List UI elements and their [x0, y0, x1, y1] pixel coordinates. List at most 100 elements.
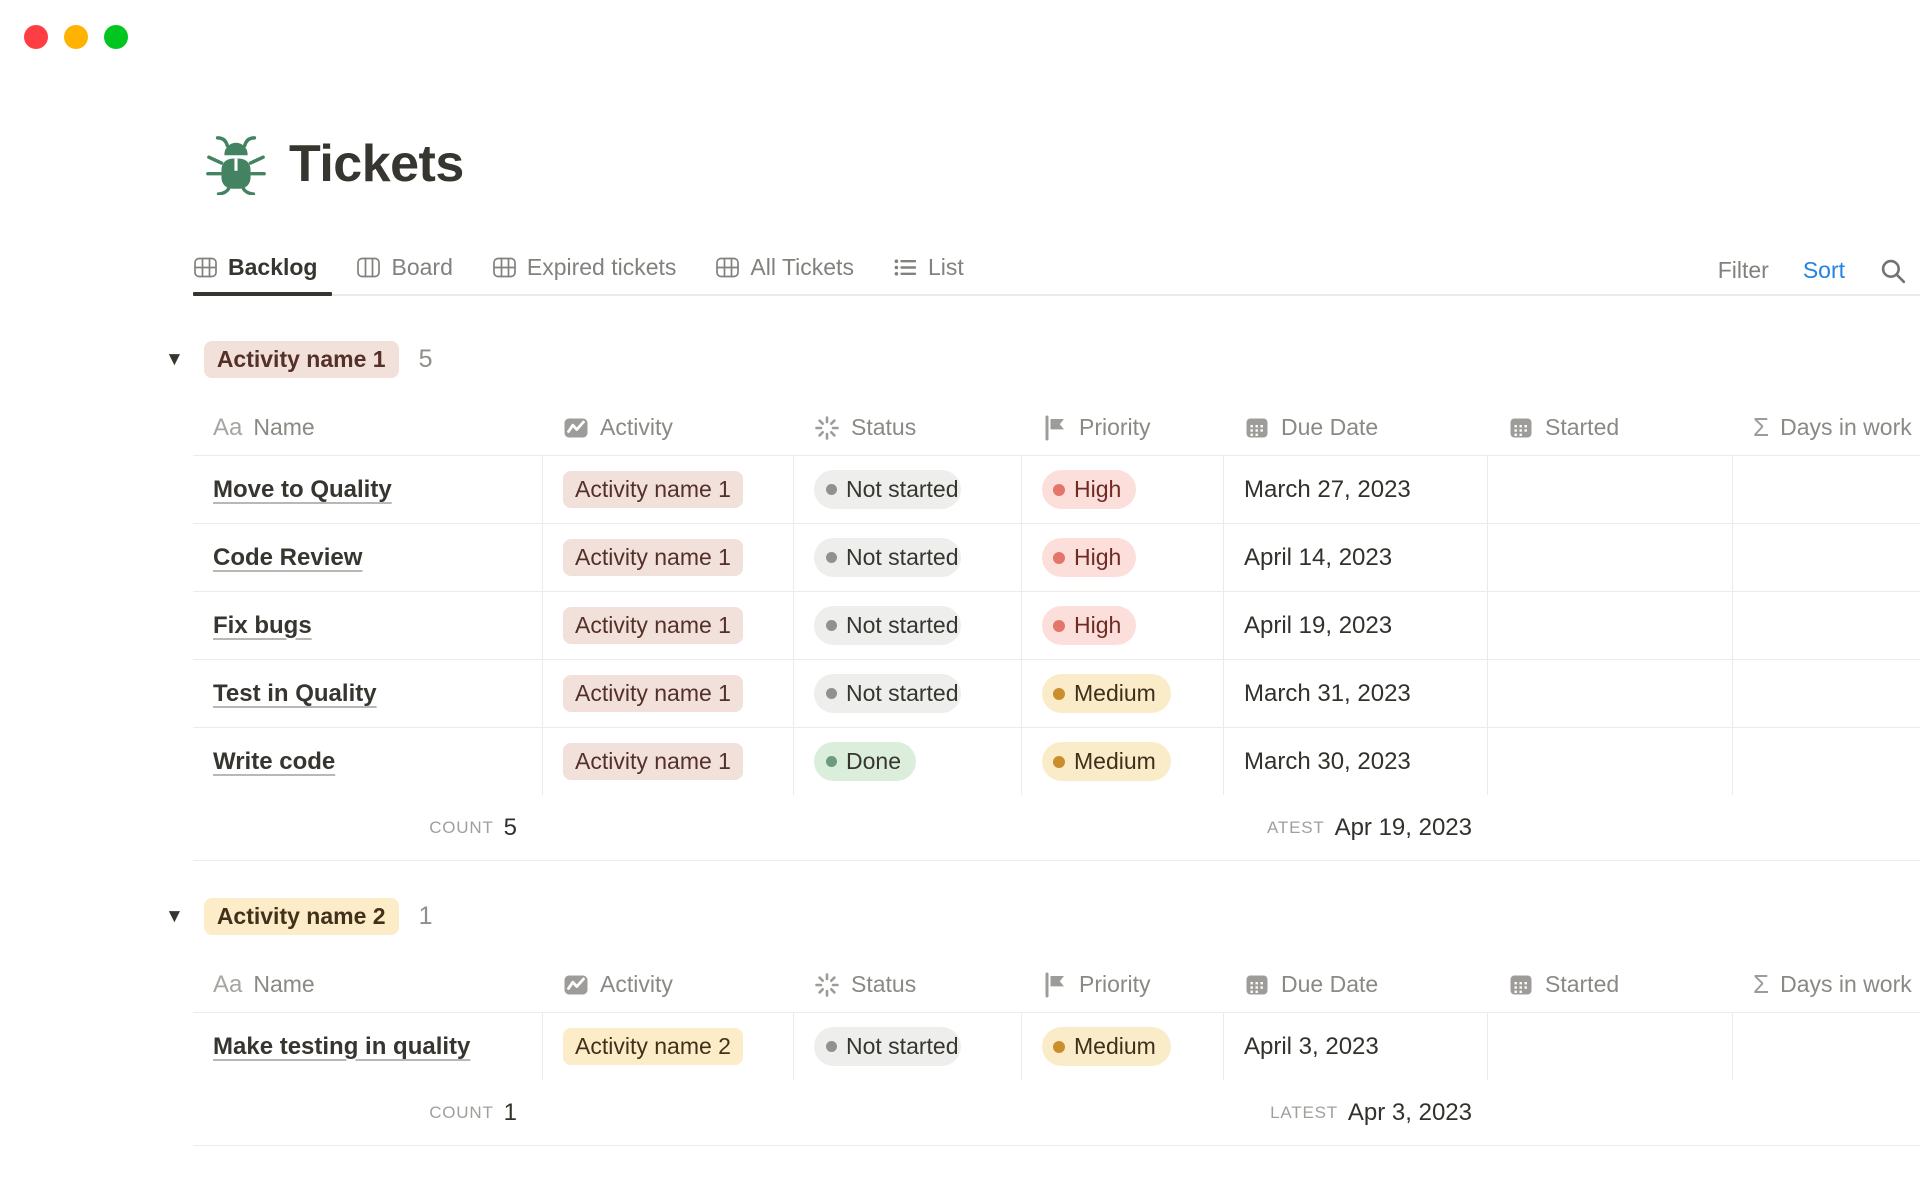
group-name-tag[interactable]: Activity name 2: [204, 898, 399, 935]
table-row[interactable]: Make testing in quality Activity name 2 …: [193, 1012, 1920, 1080]
status-cell[interactable]: Not started: [794, 1013, 1022, 1080]
tab-board[interactable]: Board: [356, 244, 467, 294]
count-aggregate[interactable]: COUNT 1: [193, 1080, 543, 1145]
column-header-activity[interactable]: Activity: [543, 957, 794, 1012]
due-date-cell[interactable]: April 14, 2023: [1224, 524, 1488, 591]
started-cell[interactable]: [1488, 524, 1733, 591]
status-cell[interactable]: Not started: [794, 660, 1022, 727]
table-row[interactable]: Fix bugs Activity name 1 Not started Hig…: [193, 591, 1920, 659]
started-cell[interactable]: [1488, 728, 1733, 795]
group-header: ▼ Activity name 1 5: [165, 340, 1920, 378]
due-date-cell[interactable]: March 27, 2023: [1224, 456, 1488, 523]
column-header-priority[interactable]: Priority: [1022, 400, 1224, 455]
days-in-work-cell[interactable]: [1733, 524, 1920, 591]
latest-aggregate[interactable]: ATEST Apr 19, 2023: [1224, 795, 1488, 860]
zoom-window-button[interactable]: [104, 25, 128, 49]
count-aggregate[interactable]: COUNT 5: [193, 795, 543, 860]
status-cell[interactable]: Done: [794, 728, 1022, 795]
days-in-work-cell[interactable]: [1733, 592, 1920, 659]
started-cell[interactable]: [1488, 456, 1733, 523]
priority-dot-icon: [1053, 620, 1065, 632]
column-header-due-date[interactable]: Due Date: [1224, 400, 1488, 455]
days-in-work-cell[interactable]: [1733, 660, 1920, 727]
page: Tickets Backlog Board Expired tickets Al…: [0, 0, 1920, 1146]
status-dot-icon: [826, 552, 837, 563]
due-date-cell[interactable]: April 19, 2023: [1224, 592, 1488, 659]
column-header-priority[interactable]: Priority: [1022, 957, 1224, 1012]
search-icon[interactable]: [1879, 257, 1906, 284]
status-cell[interactable]: Not started: [794, 592, 1022, 659]
priority-pill: High: [1042, 470, 1136, 509]
table-row[interactable]: Test in Quality Activity name 1 Not star…: [193, 659, 1920, 727]
due-date-cell[interactable]: March 30, 2023: [1224, 728, 1488, 795]
started-cell[interactable]: [1488, 1013, 1733, 1080]
priority-dot-icon: [1053, 1041, 1065, 1053]
table-header-row: Aa Name Activity Status Priority D: [193, 957, 1920, 1012]
days-in-work-cell[interactable]: [1733, 728, 1920, 795]
activity-cell[interactable]: Activity name 1: [543, 524, 794, 591]
column-header-due-date[interactable]: Due Date: [1224, 957, 1488, 1012]
started-cell[interactable]: [1488, 660, 1733, 727]
collapse-toggle-icon[interactable]: ▼: [165, 350, 184, 369]
column-header-days-in-work[interactable]: Σ Days in work: [1733, 957, 1920, 1012]
bug-icon[interactable]: [205, 133, 267, 195]
days-in-work-cell[interactable]: [1733, 456, 1920, 523]
collapse-toggle-icon[interactable]: ▼: [165, 907, 184, 926]
sort-button[interactable]: Sort: [1803, 257, 1845, 284]
activity-tag: Activity name 1: [563, 471, 743, 508]
group-name-tag[interactable]: Activity name 1: [204, 341, 399, 378]
tab-all-tickets[interactable]: All Tickets: [715, 244, 869, 294]
status-cell[interactable]: Not started: [794, 524, 1022, 591]
table-icon: [193, 255, 218, 280]
tab-expired-tickets[interactable]: Expired tickets: [492, 244, 692, 294]
ticket-name-cell[interactable]: Fix bugs: [193, 592, 543, 659]
column-header-status[interactable]: Status: [794, 400, 1022, 455]
priority-cell[interactable]: High: [1022, 592, 1224, 659]
filter-button[interactable]: Filter: [1718, 257, 1769, 284]
ticket-name-cell[interactable]: Move to Quality: [193, 456, 543, 523]
column-header-name[interactable]: Aa Name: [193, 957, 543, 1012]
column-header-status[interactable]: Status: [794, 957, 1022, 1012]
spinner-icon: [814, 415, 840, 441]
table-row[interactable]: Move to Quality Activity name 1 Not star…: [193, 455, 1920, 523]
close-window-button[interactable]: [24, 25, 48, 49]
priority-cell[interactable]: Medium: [1022, 728, 1224, 795]
priority-cell[interactable]: Medium: [1022, 1013, 1224, 1080]
column-header-days-in-work[interactable]: Σ Days in work: [1733, 400, 1920, 455]
latest-aggregate[interactable]: LATEST Apr 3, 2023: [1224, 1080, 1488, 1145]
activity-cell[interactable]: Activity name 2: [543, 1013, 794, 1080]
ticket-name-cell[interactable]: Test in Quality: [193, 660, 543, 727]
priority-cell[interactable]: Medium: [1022, 660, 1224, 727]
activity-cell[interactable]: Activity name 1: [543, 592, 794, 659]
ticket-name-cell[interactable]: Make testing in quality: [193, 1013, 543, 1080]
column-header-started[interactable]: Started: [1488, 957, 1733, 1012]
tab-label: Backlog: [228, 254, 317, 281]
due-date-cell[interactable]: April 3, 2023: [1224, 1013, 1488, 1080]
status-cell[interactable]: Not started: [794, 456, 1022, 523]
tab-list[interactable]: List: [893, 244, 979, 294]
column-header-name[interactable]: Aa Name: [193, 400, 543, 455]
page-title[interactable]: Tickets: [289, 134, 464, 194]
priority-cell[interactable]: High: [1022, 524, 1224, 591]
table-row[interactable]: Write code Activity name 1 Done Medium M…: [193, 727, 1920, 795]
priority-cell[interactable]: High: [1022, 456, 1224, 523]
ticket-name-cell[interactable]: Write code: [193, 728, 543, 795]
activity-cell[interactable]: Activity name 1: [543, 660, 794, 727]
table-footer-row: COUNT 1 LATEST Apr 3, 2023: [193, 1080, 1920, 1146]
column-header-started[interactable]: Started: [1488, 400, 1733, 455]
group-activity-name-1: ▼ Activity name 1 5 Aa Name Activity Sta…: [0, 340, 1920, 861]
table-row[interactable]: Code Review Activity name 1 Not started …: [193, 523, 1920, 591]
calendar-icon: [1508, 972, 1534, 998]
activity-cell[interactable]: Activity name 1: [543, 728, 794, 795]
column-header-activity[interactable]: Activity: [543, 400, 794, 455]
tab-backlog[interactable]: Backlog: [193, 244, 332, 294]
ticket-name-cell[interactable]: Code Review: [193, 524, 543, 591]
sigma-icon: Σ: [1753, 412, 1769, 443]
view-tabs-bar: Backlog Board Expired tickets All Ticket…: [193, 244, 1920, 296]
status-dot-icon: [826, 688, 837, 699]
activity-cell[interactable]: Activity name 1: [543, 456, 794, 523]
minimize-window-button[interactable]: [64, 25, 88, 49]
days-in-work-cell[interactable]: [1733, 1013, 1920, 1080]
started-cell[interactable]: [1488, 592, 1733, 659]
due-date-cell[interactable]: March 31, 2023: [1224, 660, 1488, 727]
